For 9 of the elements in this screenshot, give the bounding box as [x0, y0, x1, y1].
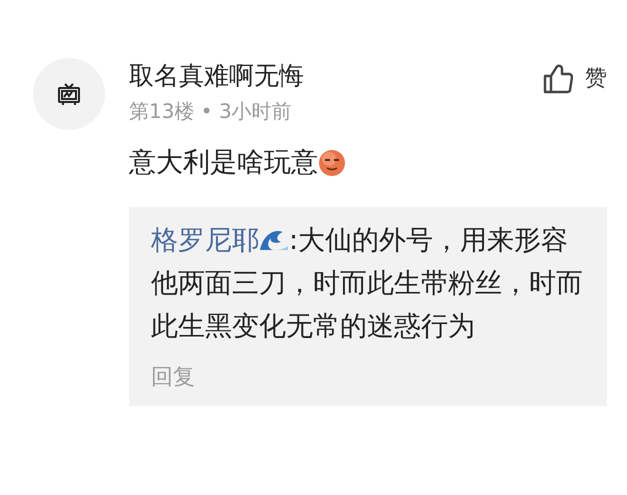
- like-button[interactable]: 赞: [543, 62, 607, 94]
- comment-meta: 第13楼 • 3小时前: [129, 98, 293, 125]
- commenter-name[interactable]: 取名真难啊无悔: [129, 58, 304, 94]
- comment-text: 意大利是啥玩意: [129, 146, 318, 180]
- reply-text: 格罗尼耶 :大仙的外号，用来形容他两面三刀，时而此生带粉丝，时而此生黑变化无常的迷惑行为: [151, 224, 584, 344]
- tv-icon: [57, 82, 81, 106]
- reply-author-link[interactable]: 格罗尼耶: [151, 225, 259, 256]
- thumbs-up-icon: [543, 62, 573, 94]
- smiley-emoji-icon: [318, 149, 346, 177]
